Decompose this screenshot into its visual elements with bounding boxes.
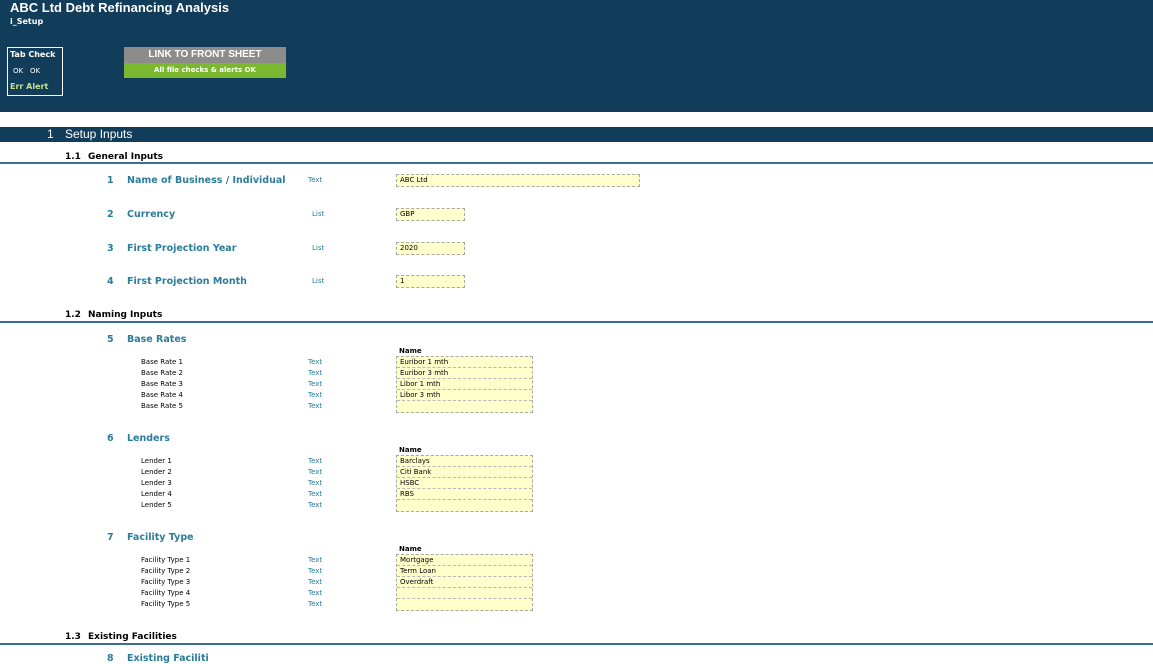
facility-type-input[interactable] [397,599,532,610]
input-type: Text [308,589,323,597]
input-type: Text [308,501,323,509]
facility-type-input[interactable]: Overdraft [397,577,532,588]
input-type: Text [308,402,323,410]
item-label: Name of Business / Individual [127,175,286,186]
row-label: Base Rate 2 [141,369,183,377]
name-column-header: Name [399,545,422,553]
row-label: Lender 3 [141,479,172,487]
input-type: Text [308,578,323,586]
row-label: Facility Type 2 [141,567,191,575]
section-header-bar: 1 Setup Inputs [0,127,1153,142]
lender-input[interactable]: Barclays [397,456,532,467]
item-label: First Projection Year [127,243,237,254]
item-number: 4 [107,276,114,287]
input-type: Text [308,176,323,184]
item-label: First Projection Month [127,276,247,287]
lender-input[interactable] [397,500,532,511]
facility-type-input[interactable]: Mortgage [397,555,532,566]
tab-check-title: Tab Check [10,50,56,59]
business-name-input[interactable]: ABC Ltd [396,174,640,187]
item-number: 1 [107,175,114,186]
section-number: 1 [47,127,54,141]
first-projection-year-select[interactable]: 2020 [396,242,465,255]
base-rate-input[interactable] [397,401,532,412]
lender-input[interactable]: Citi Bank [397,467,532,478]
item-number: 2 [107,209,114,220]
base-rate-input[interactable]: Euribor 3 mth [397,368,532,379]
input-type: Text [308,457,323,465]
row-label: Lender 5 [141,501,172,509]
row-label: Facility Type 5 [141,600,191,608]
lender-input[interactable]: RBS [397,489,532,500]
input-type: Text [308,468,323,476]
input-type: Text [308,380,323,388]
row-label: Base Rate 1 [141,358,183,366]
subsection-title: Existing Facilities [88,632,177,642]
base-rate-input[interactable]: Euribor 1 mth [397,357,532,368]
row-label: Facility Type 4 [141,589,191,597]
subsection-title: Naming Inputs [88,310,163,320]
item-label: Lenders [127,433,170,444]
facility-type-input[interactable] [397,588,532,599]
section-divider [0,321,1153,323]
section-divider [0,643,1153,645]
subsection-number: 1.2 [65,310,81,320]
input-type: Text [308,479,323,487]
row-label: Base Rate 5 [141,402,183,410]
sheet-name: i_Setup [10,17,44,26]
input-type: List [312,244,325,252]
row-label: Lender 1 [141,457,172,465]
row-label: Base Rate 4 [141,391,183,399]
lender-input[interactable]: HSBC [397,478,532,489]
item-label: Currency [127,209,176,220]
base-rate-input[interactable]: Libor 1 mth [397,379,532,390]
row-label: Lender 4 [141,490,172,498]
err-alert-label: Err Alert [10,82,49,91]
subsection-number: 1.1 [65,152,81,162]
name-column-header: Name [399,347,422,355]
row-label: Facility Type 3 [141,578,191,586]
row-label: Lender 2 [141,468,172,476]
facility-type-input[interactable]: Term Loan [397,566,532,577]
subsection-title: General Inputs [88,152,163,162]
input-type: Text [308,600,323,608]
first-projection-month-select[interactable]: 1 [396,275,465,288]
link-to-front-sheet-button[interactable]: LINK TO FRONT SHEET [124,47,286,63]
row-label: Facility Type 1 [141,556,191,564]
subsection-number: 1.3 [65,632,81,642]
item-number: 3 [107,243,114,254]
input-type: List [312,210,325,218]
name-column-header: Name [399,446,422,454]
input-type: Text [308,391,323,399]
item-number: 6 [107,433,114,444]
item-label: Facility Type [127,532,194,543]
tab-check-ok: OK [30,67,41,75]
tab-check-box: Tab Check OK OK Err Alert [7,47,63,96]
workbook-title: ABC Ltd Debt Refinancing Analysis [10,0,230,15]
input-type: Text [308,358,323,366]
input-type: Text [308,556,323,564]
row-label: Base Rate 3 [141,380,183,388]
item-number: 7 [107,532,114,543]
lenders-list: Barclays Citi Bank HSBC RBS [396,455,533,512]
base-rate-input[interactable]: Libor 3 mth [397,390,532,401]
input-type: Text [308,369,323,377]
facility-type-list: Mortgage Term Loan Overdraft [396,554,533,611]
tab-check-ok: OK [13,67,24,75]
section-title: Setup Inputs [65,127,133,141]
input-type: Text [308,567,323,575]
input-type: Text [308,490,323,498]
input-type: List [312,277,325,285]
currency-select[interactable]: GBP [396,208,465,221]
header-band: ABC Ltd Debt Refinancing Analysis i_Setu… [0,0,1153,112]
checks-status-badge: All file checks & alerts OK [124,63,286,78]
base-rates-list: Euribor 1 mth Euribor 3 mth Libor 1 mth … [396,356,533,413]
item-number: 5 [107,334,114,345]
section-divider [0,162,1153,164]
item-label: Base Rates [127,334,187,345]
